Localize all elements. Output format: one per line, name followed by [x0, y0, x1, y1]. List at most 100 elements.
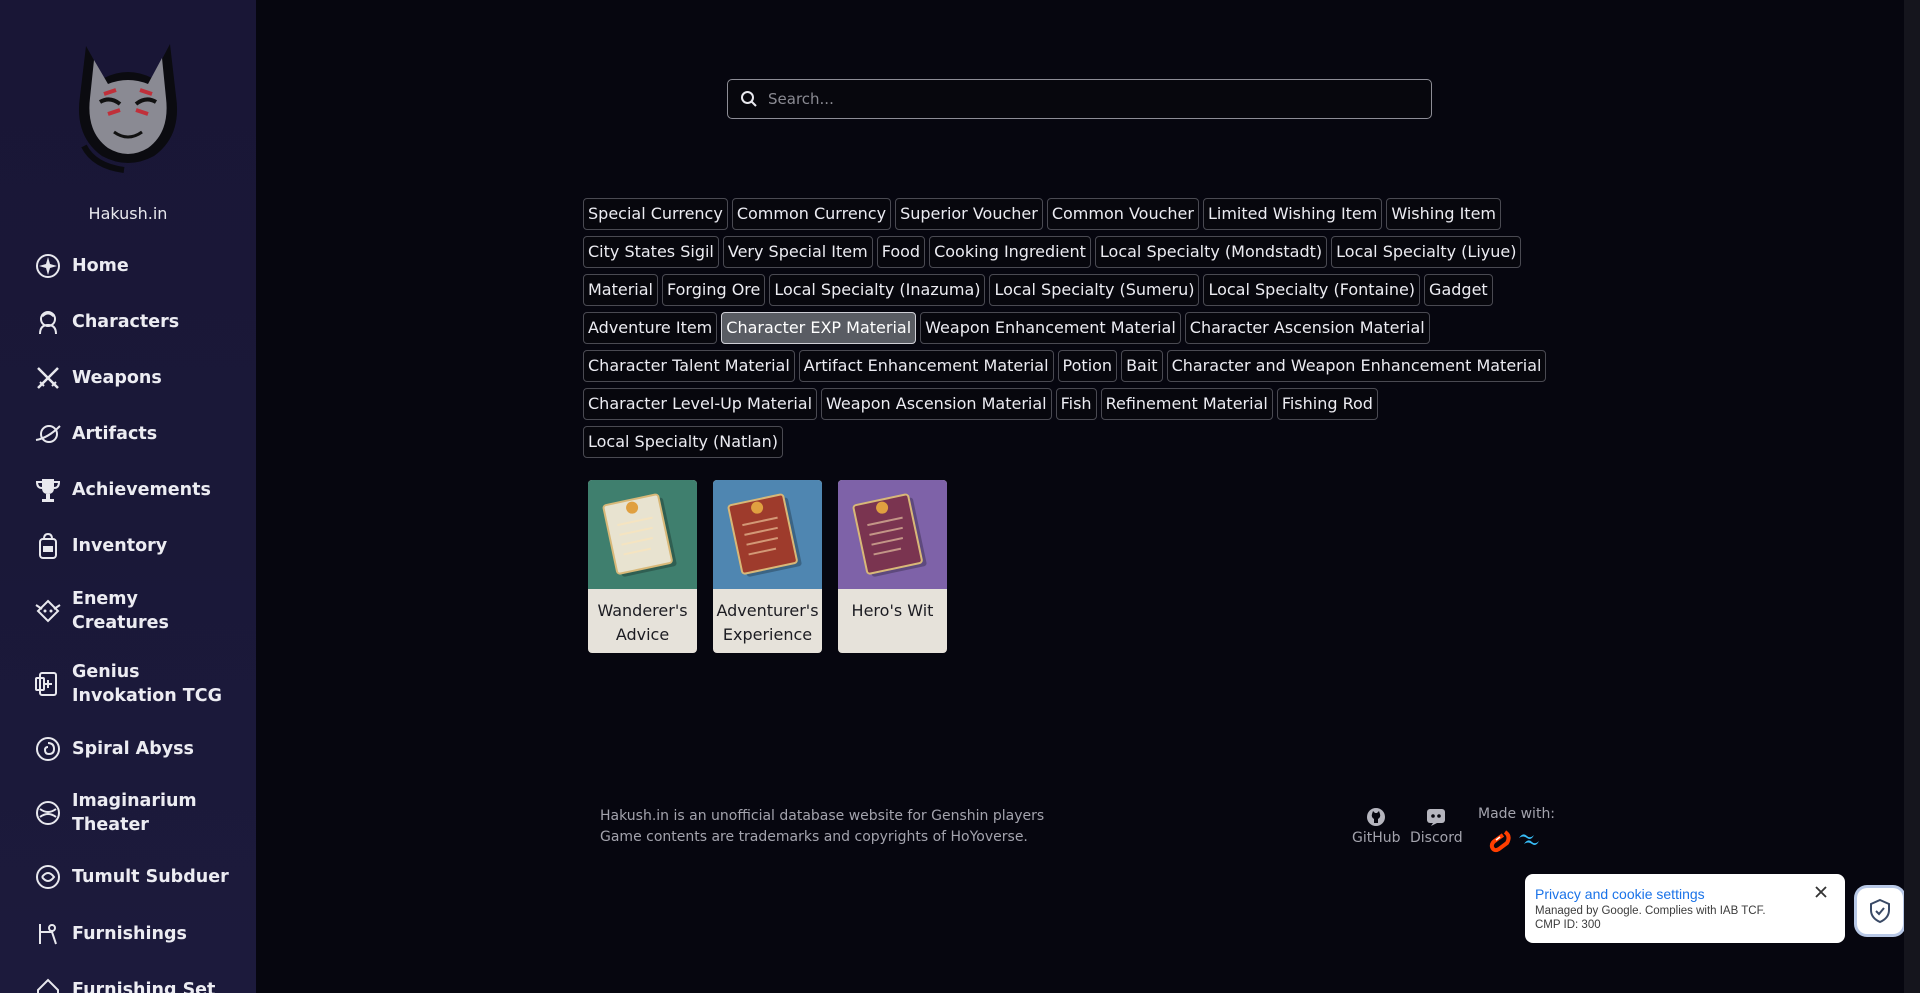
privacy-desc-line-2: CMP ID: 300	[1535, 919, 1601, 931]
nav-item-imaginarium-theater[interactable]: Imaginarium Theater	[0, 778, 256, 848]
nav-item-achievements[interactable]: Achievements	[0, 462, 256, 518]
filter-chip[interactable]: Local Specialty (Liyue)	[1331, 236, 1522, 268]
filter-chip[interactable]: Character Level-Up Material	[583, 388, 818, 420]
search-bar[interactable]	[727, 79, 1432, 119]
exp-book-icon	[838, 480, 947, 589]
nav-label: Furnishing Set	[72, 980, 216, 993]
svelte-icon[interactable]	[1489, 830, 1511, 854]
footer-line-1: Hakush.in is an unofficial database webs…	[600, 808, 1045, 824]
item-name: Hero's Wit	[851, 601, 934, 620]
nav-item-home[interactable]: Home	[0, 238, 256, 294]
sidebar: Hakush.in Home Characters Weapons Artifa…	[0, 0, 256, 993]
filter-chip[interactable]: Limited Wishing Item	[1202, 198, 1383, 230]
github-link[interactable]: GitHub	[1352, 806, 1401, 846]
privacy-title-link[interactable]: Privacy and cookie settings	[1535, 886, 1845, 902]
footer-disclaimer: Hakush.in is an unofficial database webs…	[600, 806, 1044, 848]
filter-chip[interactable]: Bait	[1121, 350, 1163, 382]
search-input[interactable]	[768, 90, 1431, 108]
filter-chip[interactable]: Weapon Ascension Material	[821, 388, 1052, 420]
nav-label: Spiral Abyss	[72, 739, 194, 759]
filter-chip[interactable]: Fishing Rod	[1276, 388, 1378, 420]
enemy-icon	[35, 599, 61, 623]
filter-chip[interactable]: Material	[583, 274, 658, 306]
nav-item-furnishings[interactable]: Furnishings	[0, 906, 256, 962]
filter-chip[interactable]: Character Ascension Material	[1184, 312, 1430, 344]
filter-chip[interactable]: Artifact Enhancement Material	[798, 350, 1054, 382]
exp-book-icon	[588, 480, 697, 589]
tcg-card-icon	[35, 672, 57, 696]
filter-chip[interactable]: Cooking Ingredient	[929, 236, 1091, 268]
spiral-abyss-icon	[36, 737, 60, 761]
filter-chip[interactable]: Local Specialty (Natlan)	[583, 426, 783, 458]
privacy-shield-button[interactable]	[1857, 888, 1903, 934]
filter-chip[interactable]: Potion	[1057, 350, 1118, 382]
filter-chip[interactable]: Forging Ore	[662, 274, 766, 306]
filter-chip[interactable]: City States Sigil	[583, 236, 719, 268]
nav-item-enemy-creatures[interactable]: Enemy Creatures	[0, 574, 256, 648]
nav-label: Imaginarium Theater	[72, 791, 197, 835]
filter-chip[interactable]: Character Talent Material	[583, 350, 795, 382]
filter-chip[interactable]: Local Specialty (Fontaine)	[1203, 274, 1421, 306]
filter-chip[interactable]: Adventure Item	[583, 312, 718, 344]
nav-item-furnishing-set[interactable]: Furnishing Set	[0, 962, 256, 993]
inventory-icon	[39, 532, 57, 559]
filter-chip[interactable]: Special Currency	[583, 198, 728, 230]
nav-label: Artifacts	[72, 424, 158, 444]
discord-link[interactable]: Discord	[1410, 806, 1463, 846]
filter-chip[interactable]: Common Currency	[731, 198, 892, 230]
item-card[interactable]: Hero's Wit	[838, 480, 947, 653]
search-icon	[741, 91, 757, 107]
exp-book-icon	[713, 480, 822, 589]
artifacts-icon	[35, 425, 61, 443]
nav-label: Enemy Creatures	[72, 589, 169, 633]
nav-item-spiral-abyss[interactable]: Spiral Abyss	[0, 720, 256, 778]
close-icon[interactable]	[1813, 884, 1829, 900]
home-icon	[36, 254, 60, 278]
filter-chip[interactable]: Local Specialty (Mondstadt)	[1094, 236, 1328, 268]
filter-chip[interactable]: Local Specialty (Inazuma)	[769, 274, 986, 306]
filter-chip[interactable]: Food	[876, 236, 926, 268]
furnishing-set-icon	[37, 978, 59, 993]
imaginarium-theater-icon	[36, 801, 60, 825]
footer-line-2: Game contents are trademarks and copyrig…	[600, 829, 1028, 845]
privacy-desc-line-1: Managed by Google. Complies with IAB TCF…	[1535, 905, 1766, 917]
sidebar-nav: Home Characters Weapons Artifacts Achiev…	[0, 238, 256, 993]
filter-chip[interactable]: Superior Voucher	[895, 198, 1043, 230]
discord-icon	[1427, 809, 1446, 826]
item-card[interactable]: Wanderer's Advice	[588, 480, 697, 653]
filter-chip[interactable]: Weapon Enhancement Material	[920, 312, 1181, 344]
nav-label: Characters	[72, 312, 180, 332]
filter-chip[interactable]: Fish	[1055, 388, 1097, 420]
filter-chip[interactable]: Common Voucher	[1046, 198, 1199, 230]
nav-item-genius-invokation-tcg[interactable]: Genius Invokation TCG	[0, 648, 256, 720]
weapons-icon	[37, 367, 59, 389]
tailwind-icon[interactable]	[1517, 830, 1541, 850]
filter-chip[interactable]: Character EXP Material	[721, 312, 917, 344]
nav-label: Achievements	[72, 480, 211, 500]
nav-item-inventory[interactable]: Inventory	[0, 518, 256, 574]
site-name[interactable]: Hakush.in	[0, 204, 256, 223]
nav-label: Furnishings	[72, 924, 187, 944]
trophy-icon	[35, 479, 61, 502]
filter-chip[interactable]: Local Specialty (Sumeru)	[989, 274, 1200, 306]
furnishings-icon	[39, 924, 57, 945]
shield-check-icon	[1870, 898, 1890, 924]
tumult-subduer-icon	[36, 865, 60, 889]
nav-item-tumult-subduer[interactable]: Tumult Subduer	[0, 848, 256, 906]
filter-chip[interactable]: Very Special Item	[722, 236, 873, 268]
nav-item-artifacts[interactable]: Artifacts	[0, 406, 256, 462]
fox-mask-logo[interactable]	[64, 36, 192, 176]
github-icon	[1367, 808, 1386, 826]
item-card[interactable]: Adventurer's Experience	[713, 480, 822, 653]
filter-chip[interactable]: Gadget	[1424, 274, 1493, 306]
filter-chip[interactable]: Refinement Material	[1100, 388, 1273, 420]
nav-label: Tumult Subduer	[72, 867, 229, 887]
page-scrollbar[interactable]	[1904, 0, 1920, 993]
nav-label: Genius Invokation TCG	[72, 662, 222, 706]
nav-item-characters[interactable]: Characters	[0, 294, 256, 350]
filter-chip[interactable]: Wishing Item	[1386, 198, 1501, 230]
item-name: Wanderer's Advice	[597, 601, 688, 644]
nav-label: Inventory	[72, 536, 168, 556]
filter-chip[interactable]: Character and Weapon Enhancement Materia…	[1166, 350, 1547, 382]
nav-item-weapons[interactable]: Weapons	[0, 350, 256, 406]
